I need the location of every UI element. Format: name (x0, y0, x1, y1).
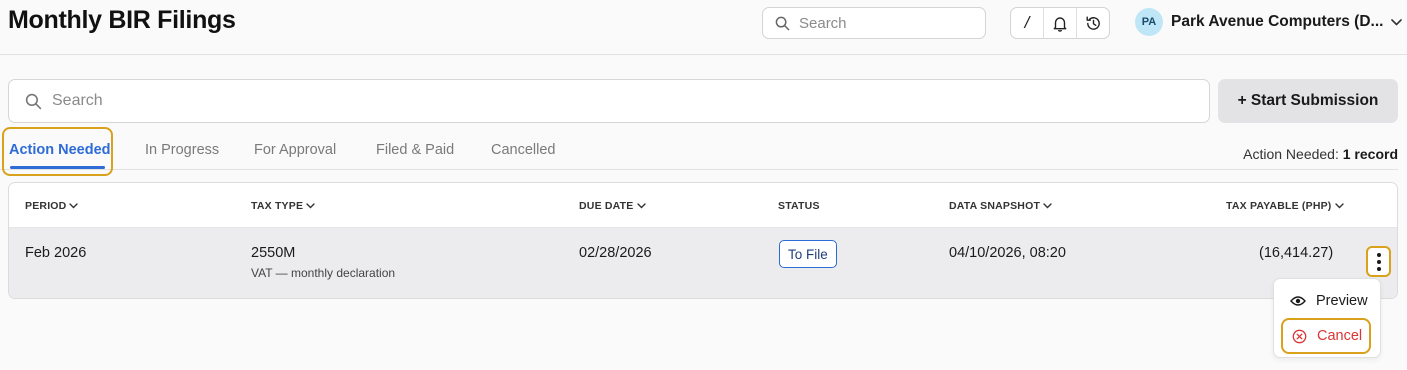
search-icon (775, 16, 790, 30)
column-label: STATUS (778, 200, 820, 212)
menu-item-preview[interactable]: Preview (1290, 293, 1368, 309)
menu-item-label: Preview (1316, 293, 1368, 309)
start-submission-button[interactable]: + Start Submission (1218, 79, 1398, 123)
bell-icon (1053, 16, 1067, 32)
search-icon (25, 93, 42, 109)
tab-highlight (2, 127, 113, 176)
global-search-input[interactable] (799, 14, 969, 32)
status-tabs: Action Needed In Progress For Approval F… (0, 129, 1398, 170)
column-label: PERIOD (25, 200, 67, 212)
filings-search-input[interactable] (52, 92, 1152, 110)
tab-cancelled[interactable]: Cancelled (491, 129, 556, 170)
chevron-down-icon (69, 203, 79, 209)
cell-due-date: 02/28/2026 (579, 245, 652, 261)
global-search[interactable] (762, 7, 986, 39)
history-icon (1086, 16, 1100, 30)
column-header-tax-payable[interactable]: TAX PAYABLE (PHP) (1226, 200, 1344, 212)
avatar: PA (1135, 8, 1163, 36)
history-button[interactable] (1077, 8, 1109, 38)
column-label: DATA SNAPSHOT (949, 200, 1041, 212)
top-bar: Monthly BIR Filings / PA Park Avenue Com… (0, 0, 1407, 55)
cell-tax-type-description: VAT — monthly declaration (251, 266, 396, 280)
column-header-tax-type[interactable]: TAX TYPE (251, 200, 315, 212)
filings-search[interactable] (8, 79, 1210, 123)
record-count-value: 1 record (1342, 146, 1398, 162)
x-circle-icon (1292, 329, 1307, 343)
tab-for-approval[interactable]: For Approval (254, 129, 336, 170)
quick-actions: / (1010, 7, 1110, 39)
chevron-down-icon (306, 203, 315, 209)
cell-tax-payable: (16,414.27) (1259, 245, 1334, 261)
record-count-prefix: Action Needed: (1243, 146, 1339, 162)
column-header-due-date[interactable]: DUE DATE (579, 200, 646, 212)
cell-data-snapshot: 04/10/2026, 08:20 (949, 245, 1066, 261)
shortcut-button[interactable]: / (1011, 8, 1044, 38)
chevron-down-icon (636, 203, 646, 209)
cell-tax-type: 2550M (251, 245, 296, 261)
kebab-dot (1376, 259, 1381, 264)
column-label: DUE DATE (579, 200, 634, 212)
org-switcher[interactable]: PA Park Avenue Computers (D... (1135, 8, 1403, 36)
table-header: PERIOD TAX TYPE DUE DATE STATUS DATA SNA… (9, 183, 1397, 228)
kebab-dot (1376, 252, 1381, 257)
column-label: TAX PAYABLE (PHP) (1226, 200, 1332, 212)
kebab-dot (1376, 266, 1381, 271)
filings-table: PERIOD TAX TYPE DUE DATE STATUS DATA SNA… (8, 182, 1398, 299)
column-header-status: STATUS (778, 200, 820, 212)
row-actions-button[interactable] (1366, 246, 1391, 277)
menu-item-label: Cancel (1317, 328, 1363, 344)
column-header-data-snapshot[interactable]: DATA SNAPSHOT (949, 200, 1052, 212)
tab-in-progress[interactable]: In Progress (145, 129, 219, 170)
column-label: TAX TYPE (251, 200, 304, 212)
page-title: Monthly BIR Filings (8, 6, 236, 34)
cell-period: Feb 2026 (25, 245, 87, 261)
chevron-down-icon (1391, 18, 1403, 26)
record-count: Action Needed: 1 record (1243, 146, 1398, 162)
org-name: Park Avenue Computers (D... (1171, 13, 1384, 30)
table-row[interactable]: Feb 2026 2550M VAT — monthly declaration… (9, 228, 1397, 298)
menu-item-cancel[interactable]: Cancel (1281, 318, 1371, 354)
status-badge: To File (779, 240, 837, 268)
notifications-button[interactable] (1044, 8, 1077, 38)
row-actions-menu: Preview Cancel (1273, 278, 1381, 358)
chevron-down-icon (1334, 203, 1344, 209)
column-header-period[interactable]: PERIOD (25, 200, 79, 212)
chevron-down-icon (1043, 203, 1052, 209)
slash-shortcut-label: / (1024, 13, 1030, 32)
tab-filed-paid[interactable]: Filed & Paid (376, 129, 454, 170)
eye-icon (1290, 296, 1306, 306)
